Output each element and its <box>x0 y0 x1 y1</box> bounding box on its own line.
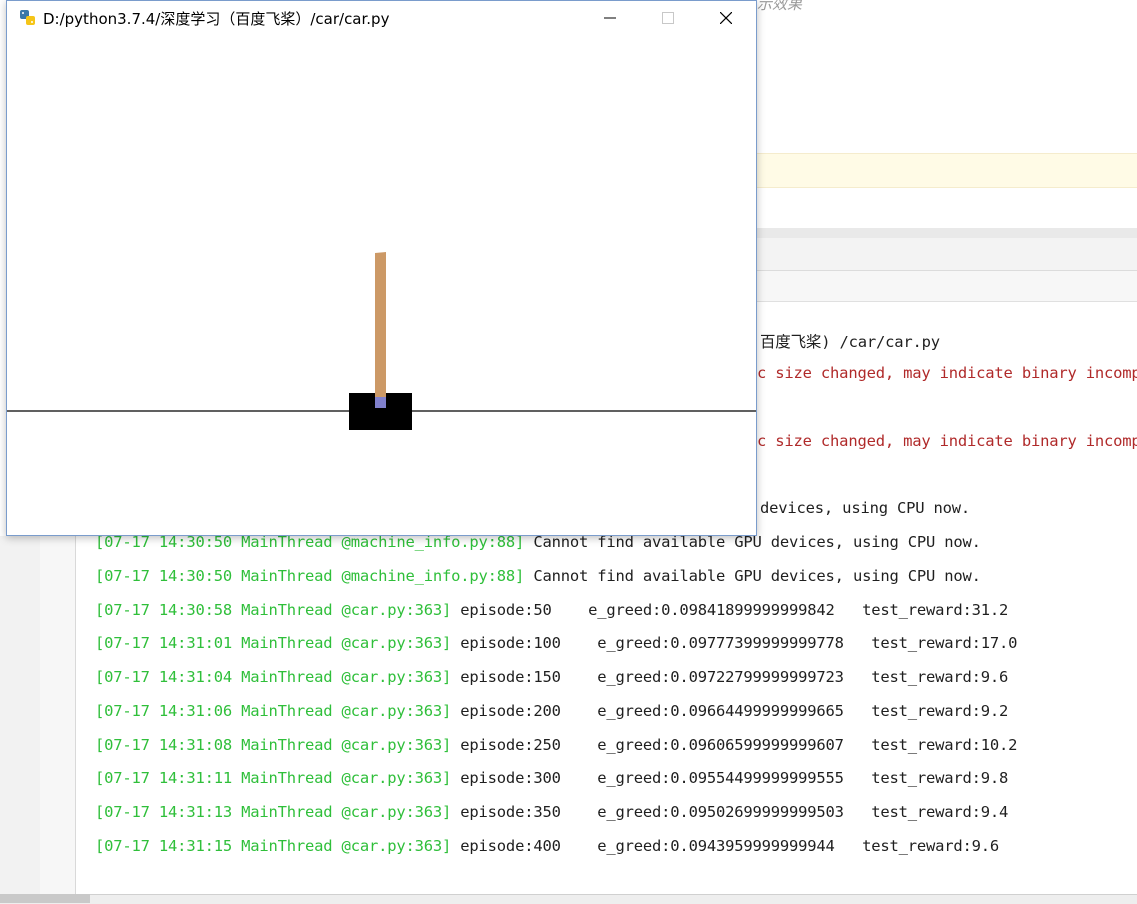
window-titlebar[interactable]: D:/python3.7.4/深度学习（百度飞桨）/car/car.py <box>7 1 756 34</box>
console-line: 百度飞桨) /car/car.py <box>760 333 940 351</box>
log-message: episode:350 e_greed:0.09502699999999503 … <box>451 803 1009 821</box>
editor-current-line <box>757 153 1137 188</box>
log-prefix: [07-17 14:30:50 MainThread @machine_info… <box>95 567 525 585</box>
editor-console-splitter[interactable] <box>757 228 1137 238</box>
minimize-button[interactable] <box>581 1 639 34</box>
cartpole-canvas <box>7 34 756 535</box>
console-line: [07-17 14:31:04 MainThread @car.py:363] … <box>95 668 1008 686</box>
log-prefix: [07-17 14:31:04 MainThread @car.py:363] <box>95 668 452 686</box>
console-line: [07-17 14:31:06 MainThread @car.py:363] … <box>95 702 1008 720</box>
log-message: Cannot find available GPU devices, using… <box>524 567 981 585</box>
console-line: [07-17 14:31:15 MainThread @car.py:363] … <box>95 837 999 855</box>
close-button[interactable] <box>697 1 755 34</box>
console-line: c size changed, may indicate binary inco… <box>757 432 1137 450</box>
console-panel-toolbar <box>757 271 1137 302</box>
log-message: episode:100 e_greed:0.09777399999999778 … <box>451 634 1018 652</box>
axle <box>375 397 386 408</box>
console-line: [07-17 14:31:01 MainThread @car.py:363] … <box>95 634 1018 652</box>
log-prefix: [07-17 14:31:01 MainThread @car.py:363] <box>95 634 452 652</box>
console-line: [07-17 14:31:13 MainThread @car.py:363] … <box>95 803 1008 821</box>
window-title: D:/python3.7.4/深度学习（百度飞桨）/car/car.py <box>43 10 390 28</box>
editor-comment-text: 示效果 <box>757 0 803 13</box>
log-prefix: [07-17 14:31:13 MainThread @car.py:363] <box>95 803 452 821</box>
log-prefix: [07-17 14:31:11 MainThread @car.py:363] <box>95 769 452 787</box>
log-message: episode:50 e_greed:0.09841899999999842 t… <box>451 601 1009 619</box>
log-prefix: [07-17 14:30:58 MainThread @car.py:363] <box>95 601 452 619</box>
console-gutter <box>40 536 76 894</box>
console-line: devices, using CPU now. <box>760 499 971 517</box>
pole <box>375 252 386 406</box>
maximize-icon <box>662 11 674 24</box>
log-message: episode:150 e_greed:0.09722799999999723 … <box>451 668 1009 686</box>
log-prefix: [07-17 14:31:08 MainThread @car.py:363] <box>95 736 452 754</box>
log-message: episode:250 e_greed:0.09606599999999607 … <box>451 736 1018 754</box>
console-line: [07-17 14:31:08 MainThread @car.py:363] … <box>95 736 1018 754</box>
console-panel-header <box>757 238 1137 271</box>
close-icon <box>720 11 732 24</box>
scrollbar-thumb[interactable] <box>0 894 90 903</box>
console-line: [07-17 14:30:50 MainThread @machine_info… <box>95 567 981 585</box>
console-line: [07-17 14:31:11 MainThread @car.py:363] … <box>95 769 1008 787</box>
console-line: [07-17 14:30:58 MainThread @car.py:363] … <box>95 601 1008 619</box>
log-prefix: [07-17 14:31:06 MainThread @car.py:363] <box>95 702 452 720</box>
python-icon <box>20 10 35 25</box>
log-message: episode:400 e_greed:0.0943959999999944 t… <box>451 837 1000 855</box>
maximize-button[interactable] <box>639 1 697 34</box>
minimize-icon <box>604 17 616 18</box>
cartpole-window: D:/python3.7.4/深度学习（百度飞桨）/car/car.py <box>6 0 757 536</box>
console-line: c size changed, may indicate binary inco… <box>757 364 1137 382</box>
log-message: episode:200 e_greed:0.09664499999999665 … <box>451 702 1009 720</box>
console-side-toolbar <box>0 536 41 894</box>
log-message: episode:300 e_greed:0.09554499999999555 … <box>451 769 1009 787</box>
log-prefix: [07-17 14:31:15 MainThread @car.py:363] <box>95 837 452 855</box>
